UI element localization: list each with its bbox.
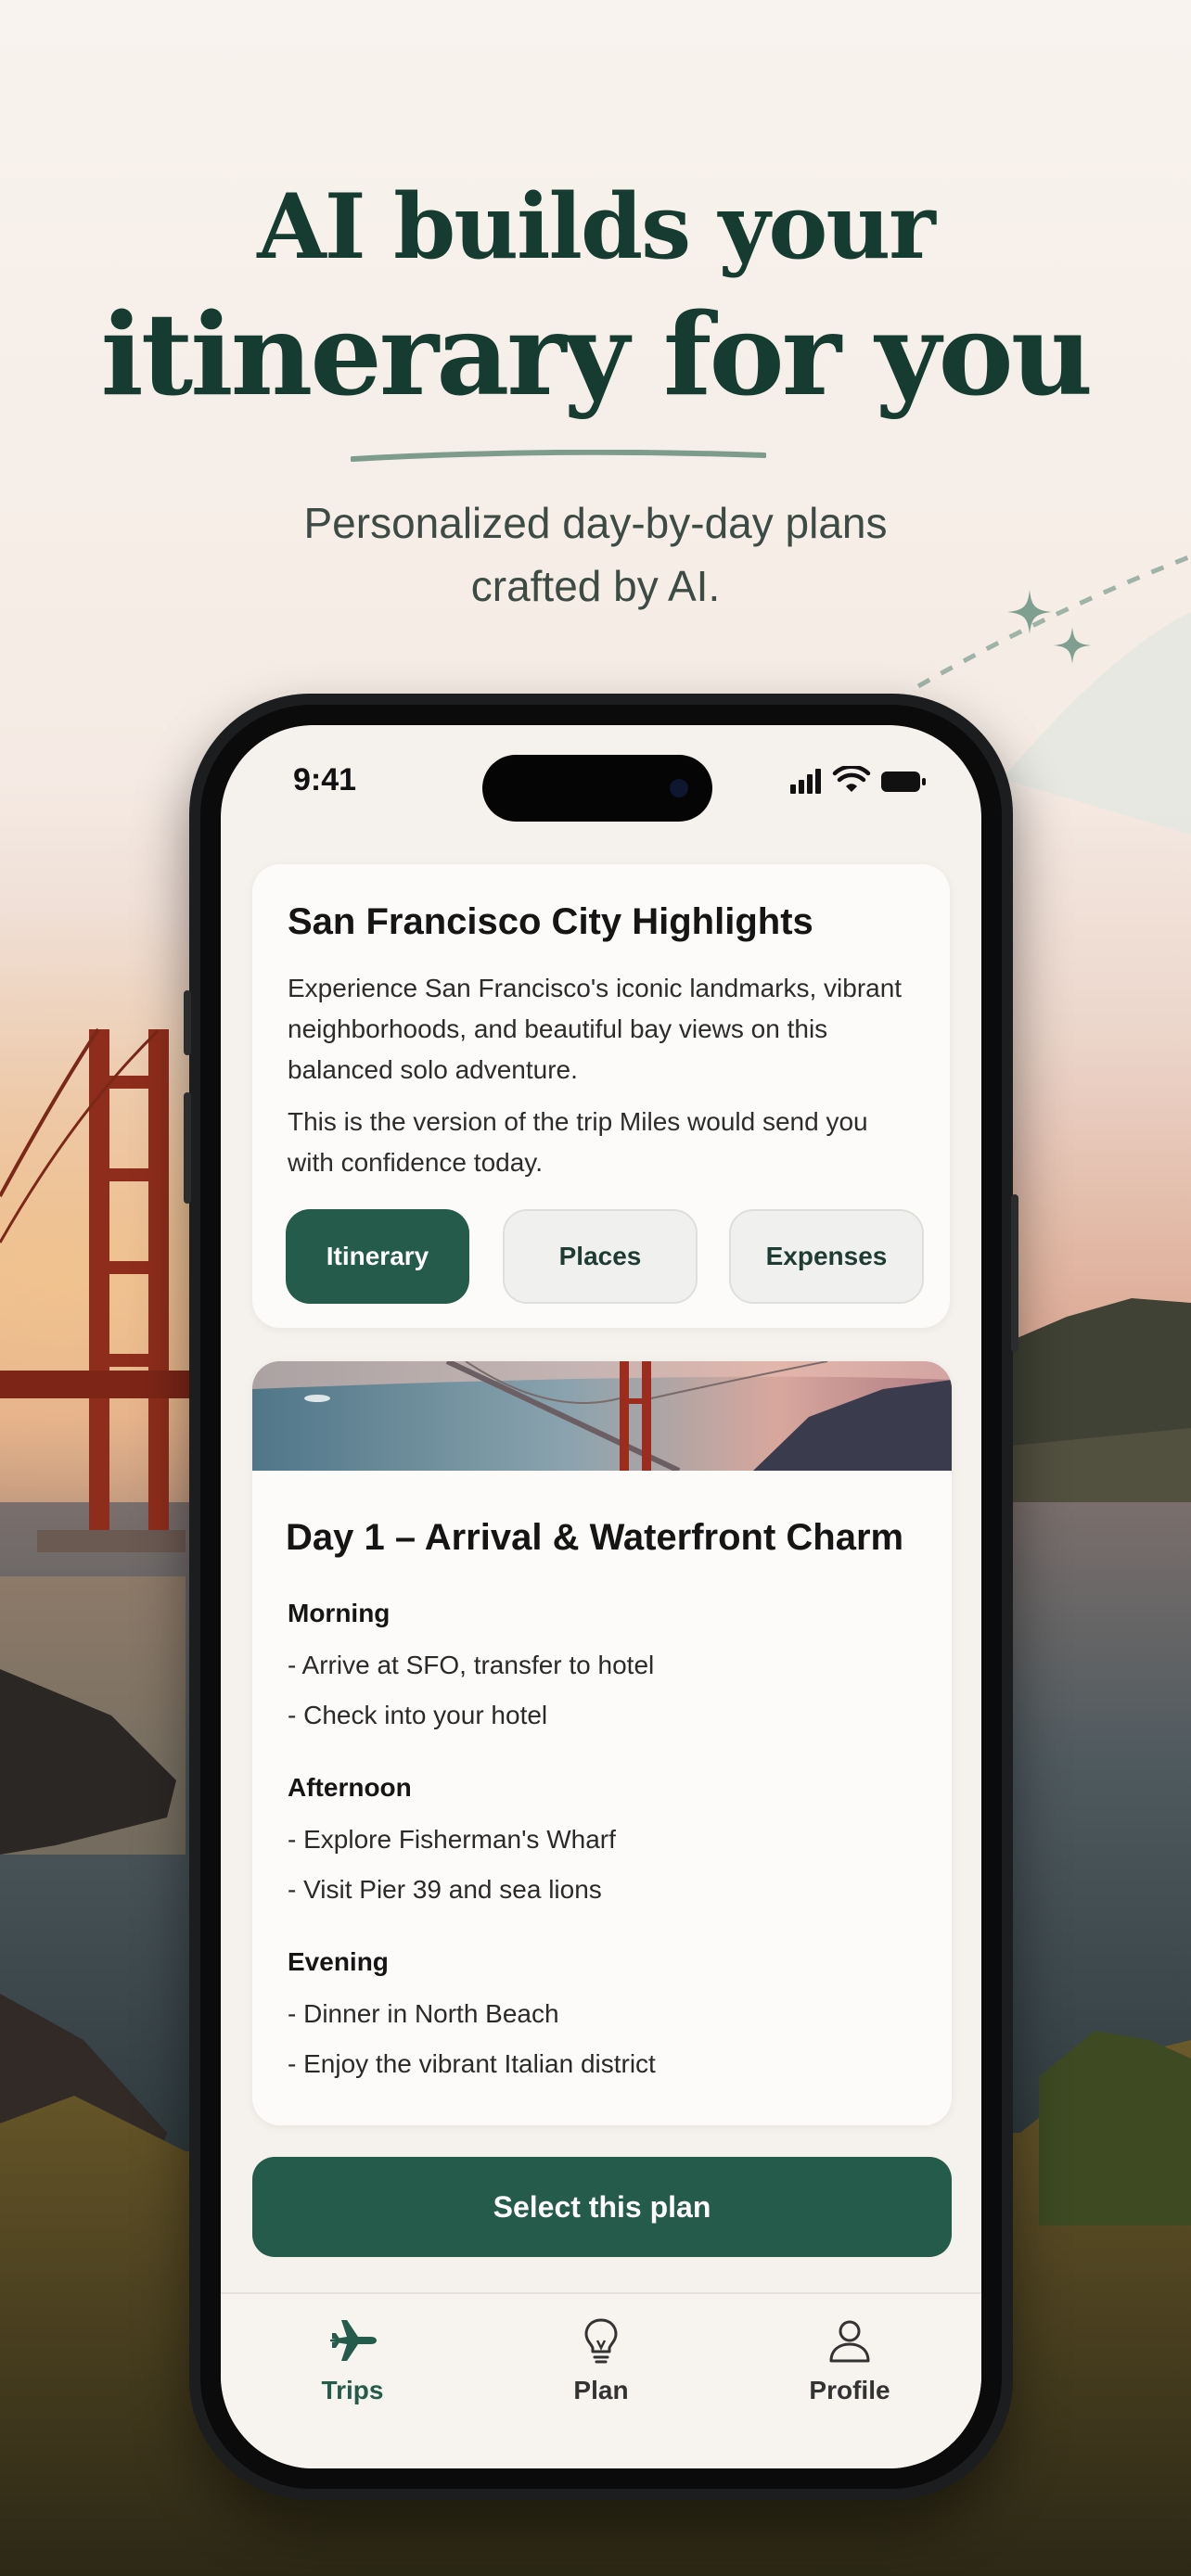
camera-icon bbox=[670, 779, 688, 797]
tabbar-label-plan: Plan bbox=[573, 2376, 629, 2404]
sparkle-icon bbox=[1054, 627, 1091, 664]
period-evening: Evening bbox=[288, 1947, 389, 1976]
status-time: 9:41 bbox=[293, 762, 357, 797]
list-item: - Arrive at SFO, transfer to hotel bbox=[288, 1651, 655, 1679]
tabbar-item-trips[interactable]: Trips bbox=[269, 2315, 436, 2426]
tabbar-label-trips: Trips bbox=[321, 2376, 384, 2404]
battery-icon bbox=[881, 772, 926, 792]
list-item: - Dinner in North Beach bbox=[288, 1999, 559, 2028]
headline-underline bbox=[351, 450, 766, 462]
tab-places[interactable]: Places bbox=[503, 1209, 698, 1304]
lightbulb-icon bbox=[584, 2318, 618, 2364]
trip-description: Experience San Francisco's iconic landma… bbox=[288, 974, 903, 1084]
trip-title: San Francisco City Highlights bbox=[288, 901, 813, 942]
headline-line1: AI builds your bbox=[257, 174, 935, 279]
period-afternoon: Afternoon bbox=[288, 1773, 412, 1802]
tabbar-item-profile[interactable]: Profile bbox=[766, 2315, 933, 2426]
tabbar-item-plan[interactable]: Plan bbox=[518, 2315, 685, 2426]
list-item: - Check into your hotel bbox=[288, 1701, 548, 1729]
status-bar: 9:41 bbox=[221, 725, 981, 827]
person-icon bbox=[829, 2320, 870, 2363]
select-plan-button[interactable]: Select this plan bbox=[252, 2157, 952, 2257]
phone-side-button bbox=[184, 1092, 191, 1204]
subtitle-line1: Personalized day-by-day plans bbox=[303, 499, 888, 547]
subtitle-line2: crafted by AI. bbox=[470, 562, 721, 610]
period-morning: Morning bbox=[288, 1599, 391, 1627]
signal-icon bbox=[790, 769, 821, 794]
wifi-icon bbox=[832, 766, 871, 792]
phone-side-button bbox=[184, 990, 191, 1055]
airplane-icon bbox=[330, 2320, 377, 2361]
status-icons bbox=[790, 766, 926, 794]
trip-summary-card: San Francisco City Highlights Experience… bbox=[252, 864, 950, 1328]
tab-itinerary[interactable]: Itinerary bbox=[286, 1209, 469, 1304]
phone-side-button bbox=[1011, 1194, 1018, 1352]
bottom-tab-bar: Trips Plan Profile bbox=[221, 2292, 981, 2468]
tabbar-label-profile: Profile bbox=[809, 2376, 890, 2404]
day-title: Day 1 – Arrival & Waterfront Charm bbox=[286, 1517, 904, 1558]
dynamic-island bbox=[482, 755, 712, 822]
list-item: - Enjoy the vibrant Italian district bbox=[288, 2049, 656, 2078]
trip-note: This is the version of the trip Miles wo… bbox=[288, 1107, 868, 1177]
day-cover-image bbox=[252, 1361, 952, 1471]
day-plan-card: Day 1 – Arrival & Waterfront Charm Morni… bbox=[252, 1361, 952, 2125]
headline-line2: itinerary for you bbox=[100, 287, 1094, 421]
phone-frame: 9:41 San Francisco City Highlights Exper… bbox=[184, 694, 1018, 2500]
list-item: - Visit Pier 39 and sea lions bbox=[288, 1875, 602, 1904]
subtitle: Personalized day-by-day plans crafted by… bbox=[0, 491, 1191, 618]
app-screen: 9:41 San Francisco City Highlights Exper… bbox=[221, 725, 981, 2468]
list-item: - Explore Fisherman's Wharf bbox=[288, 1825, 616, 1854]
tab-expenses[interactable]: Expenses bbox=[729, 1209, 924, 1304]
